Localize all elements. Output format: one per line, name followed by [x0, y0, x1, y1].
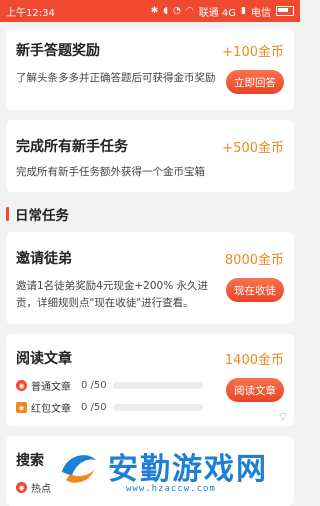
carrier-label: 联通 4G [198, 7, 237, 19]
carrier2-label: 电信 [251, 7, 271, 19]
read-row-count: 0 /50 [81, 402, 107, 413]
watermark-url: www.hzaccw.com [126, 484, 216, 494]
task-description: 完成所有新手任务额外获得一个金币宝箱 [16, 166, 205, 178]
watermark-logo-icon [56, 446, 100, 490]
status-bar: 上午12:34 ✱ ◖ ◔ ◠ 联通 4G ▮ 电信 [0, 0, 300, 22]
task-title: 完成所有新手任务 [16, 139, 128, 155]
task-card-read: 阅读文章 1400金币 ◉ 普通文章 0 /50 ▪ 红包文章 0 /50 阅读… [6, 334, 294, 426]
hot-search-icon: ◉ [16, 482, 27, 493]
task-title: 搜索 [16, 453, 44, 469]
watermark-text: 安勤游戏网 [108, 452, 268, 487]
task-title: 阅读文章 [16, 351, 72, 367]
task-card-invite: 邀请徒弟 8000金币 邀请1名徒弟奖励4元现金+200% 永久进贡，详细规则点… [6, 232, 294, 324]
answer-now-button[interactable]: 立即回答 [226, 70, 284, 94]
task-title: 新手答题奖励 [16, 43, 100, 59]
read-progress-normal [113, 382, 203, 389]
chevron-down-icon[interactable]: ▽ [276, 410, 290, 424]
red-packet-icon: ▪ [16, 402, 27, 413]
status-time: 上午12:34 [6, 7, 55, 19]
task-reward: +500金币 [222, 141, 284, 156]
read-row-label: 普通文章 [31, 382, 71, 393]
task-card-all-newbie: 完成所有新手任务 +500金币 完成所有新手任务额外获得一个金币宝箱 [6, 120, 294, 192]
task-reward: 8000金币 [224, 253, 284, 268]
read-row-normal: ◉ 普通文章 0 /50 [16, 378, 203, 393]
mute-icon: ◖ [163, 6, 169, 16]
article-icon: ◉ [16, 380, 27, 391]
read-progress-redpacket [113, 404, 203, 411]
search-row-label: 热点 [31, 484, 51, 495]
task-reward: 1400金币 [224, 353, 284, 368]
read-row-label: 红包文章 [31, 404, 71, 415]
section-daily-tasks: 日常任务 [6, 204, 69, 224]
task-reward: +100金币 [222, 45, 284, 60]
task-description: 了解头条多多并正确答题后可获得金币奖励 [16, 72, 216, 84]
read-article-button[interactable]: 阅读文章 [226, 378, 284, 402]
search-row: ◉ 热点 [16, 480, 51, 495]
task-card-quiz: 新手答题奖励 +100金币 了解头条多多并正确答题后可获得金币奖励 立即回答 [6, 28, 294, 110]
task-description: 邀请1名徒弟奖励4元现金+200% 永久进贡，详细规则点"现在收徒"进行查看。 [16, 280, 209, 309]
wifi-icon: ◠ [185, 6, 194, 16]
alarm-icon: ◔ [173, 6, 181, 16]
read-row-count: 0 /50 [81, 380, 107, 391]
signal-icon: ▮ [241, 6, 246, 16]
section-accent-bar [6, 207, 9, 221]
section-title: 日常任务 [15, 208, 69, 224]
recruit-now-button[interactable]: 现在收徒 [226, 278, 284, 302]
bluetooth-icon: ✱ [150, 6, 159, 16]
read-row-redpacket: ▪ 红包文章 0 /50 [16, 400, 203, 415]
battery-icon [276, 6, 294, 16]
watermark: 安勤游戏网 www.hzaccw.com [52, 440, 300, 500]
task-title: 邀请徒弟 [16, 251, 72, 267]
